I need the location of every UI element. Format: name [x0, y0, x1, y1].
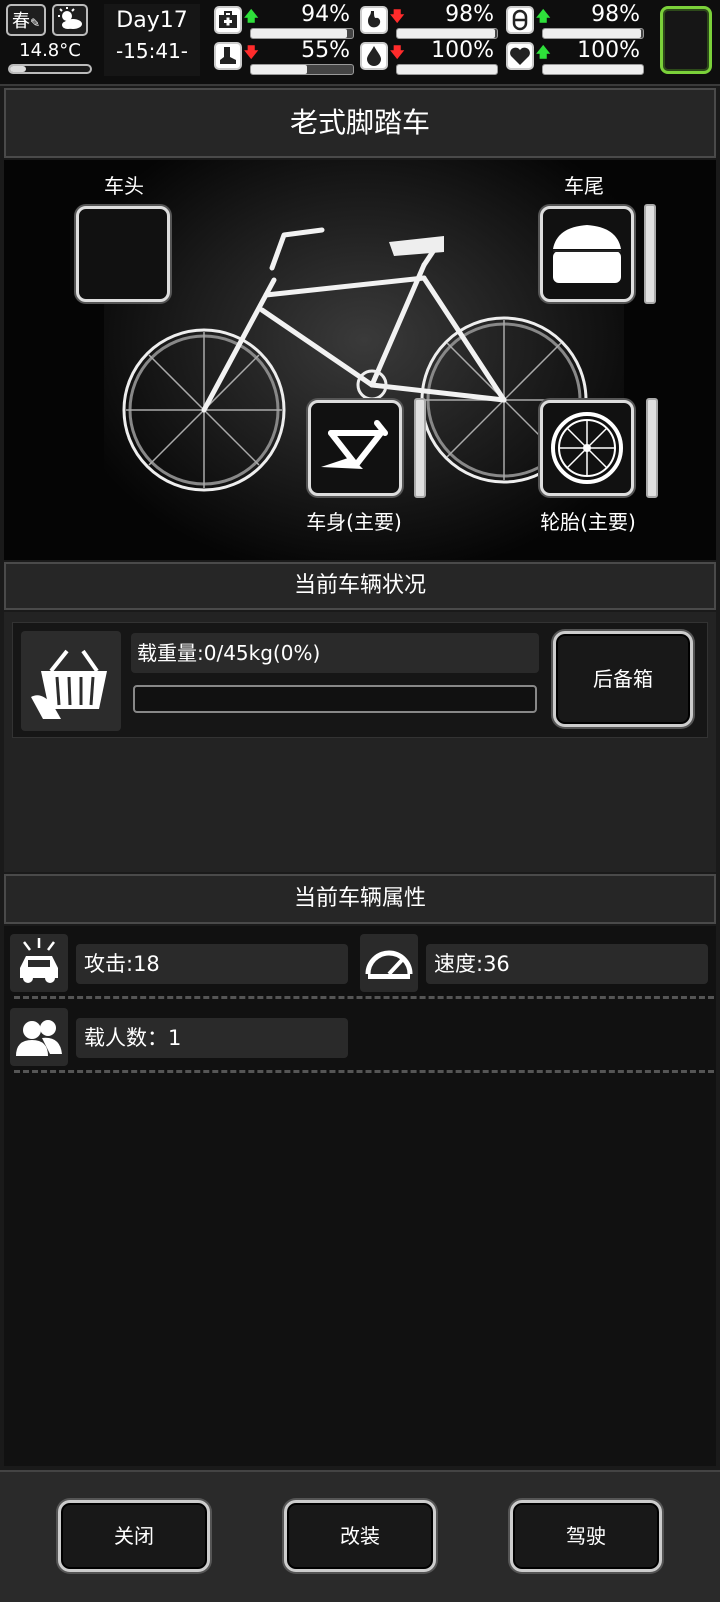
- basket-icon: [21, 631, 121, 731]
- slot-label-body: 车身(主要): [306, 510, 402, 534]
- trend-down-icon: 🡇: [390, 45, 405, 61]
- stat-stamina: 🡇 55%: [214, 38, 354, 78]
- divider: [14, 996, 714, 999]
- tire-durability-bar: [646, 398, 658, 498]
- drive-button[interactable]: 驾驶: [510, 1500, 662, 1572]
- mood-bar: [542, 64, 644, 75]
- vehicle-title: 老式脚踏车: [4, 88, 716, 158]
- divider: [14, 1070, 714, 1073]
- stamina-value: 55%: [301, 38, 350, 63]
- stat-hunger: 🡇 98%: [360, 2, 498, 42]
- hunger-value: 98%: [445, 2, 494, 27]
- trend-up-icon: 🡅: [244, 9, 259, 25]
- passenger-capacity-stat: 载人数：1: [76, 1018, 348, 1058]
- tail-durability-bar: [644, 204, 656, 304]
- boot-icon: [214, 42, 242, 70]
- temperature-bar: [8, 64, 92, 74]
- trend-down-icon: 🡇: [244, 45, 259, 61]
- top-case-box-icon: [553, 225, 621, 283]
- equipment-slot-button[interactable]: [660, 6, 712, 74]
- feather-icon: ✎: [29, 16, 41, 30]
- stomach-icon: [360, 6, 388, 34]
- health-value: 94%: [301, 2, 350, 27]
- medicine-value: 98%: [591, 2, 640, 27]
- medkit-icon: [214, 6, 242, 34]
- thirst-value: 100%: [431, 38, 494, 63]
- slot-label-tail: 车尾: [564, 174, 604, 198]
- stat-thirst: 🡇 100%: [360, 38, 498, 78]
- footer-bar: 关闭 改装 驾驶: [0, 1470, 720, 1602]
- load-weight-text: 载重量:0/45kg(0%): [131, 633, 539, 673]
- body-durability-bar: [414, 398, 426, 498]
- day-time-panel: Day17 -15:41-: [104, 4, 200, 76]
- attack-stat: 攻击:18: [76, 944, 348, 984]
- wheel-icon: [551, 412, 623, 484]
- trend-up-icon: 🡅: [536, 9, 551, 25]
- temperature-readout: 14.8°C: [19, 40, 81, 61]
- trunk-button[interactable]: 后备箱: [553, 631, 693, 727]
- trend-down-icon: 🡇: [390, 9, 405, 25]
- condition-panel: 载重量:0/45kg(0%) 后备箱: [4, 612, 716, 872]
- mood-value: 100%: [577, 38, 640, 63]
- users-icon: [10, 1008, 68, 1066]
- water-drop-icon: [360, 42, 388, 70]
- speedometer-icon: [360, 934, 418, 992]
- bike-frame-icon: [321, 420, 388, 469]
- day-counter: Day17: [116, 8, 188, 33]
- load-weight-bar: [133, 685, 537, 713]
- slot-tail[interactable]: [540, 206, 634, 302]
- stat-mood: 🡅 100%: [506, 38, 644, 78]
- close-button[interactable]: 关闭: [58, 1500, 210, 1572]
- clock-time: -15:41-: [115, 39, 189, 63]
- slot-tire[interactable]: [540, 400, 634, 496]
- season-badge: 春✎: [6, 4, 46, 36]
- attributes-header: 当前车辆属性: [4, 874, 716, 924]
- modify-button[interactable]: 改装: [284, 1500, 436, 1572]
- pill-icon: [506, 6, 534, 34]
- condition-header: 当前车辆状况: [4, 562, 716, 610]
- season-label: 春: [11, 11, 30, 32]
- slot-head[interactable]: [76, 206, 170, 302]
- slot-label-tire: 轮胎(主要): [540, 510, 636, 534]
- stat-medicine: 🡅 98%: [506, 2, 644, 42]
- car-crash-icon: [10, 934, 68, 992]
- weather-cloudy-sun-icon: [52, 4, 88, 36]
- slot-body[interactable]: [308, 400, 402, 496]
- heart-icon: [506, 42, 534, 70]
- attributes-panel: 攻击:18 速度:36 载人数：1: [4, 926, 716, 1466]
- stamina-bar: [250, 64, 354, 75]
- vehicle-showcase: 车头 车尾 车身(主要) 轮胎(主要): [4, 160, 716, 560]
- slot-label-head: 车头: [104, 174, 144, 198]
- speed-stat: 速度:36: [426, 944, 708, 984]
- load-row: 载重量:0/45kg(0%) 后备箱: [12, 622, 708, 738]
- status-bar: 春✎ 14.8°C Day17 -15:41- 🡅 94% 🡇 98% 🡅 98…: [0, 0, 720, 86]
- trend-up-icon: 🡅: [536, 45, 551, 61]
- stat-health: 🡅 94%: [214, 2, 354, 42]
- thirst-bar: [396, 64, 498, 75]
